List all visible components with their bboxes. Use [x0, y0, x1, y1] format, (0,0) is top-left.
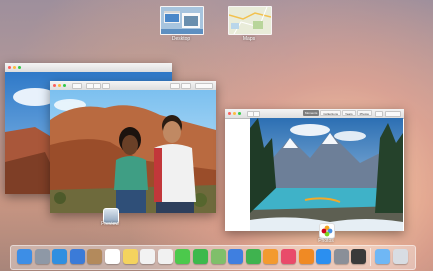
maps-icon[interactable]: [210, 249, 226, 264]
pages-icon[interactable]: [263, 249, 279, 264]
close-button[interactable]: [228, 112, 231, 115]
close-button[interactable]: [8, 66, 11, 69]
minimize-button[interactable]: [233, 112, 236, 115]
space-maps-label: Maps: [242, 36, 256, 42]
rotate-button[interactable]: [181, 83, 191, 89]
space-maps-thumbnail[interactable]: [228, 6, 272, 35]
reminders-icon[interactable]: [140, 249, 156, 264]
calendar-icon[interactable]: [105, 249, 120, 264]
forward-button[interactable]: [253, 111, 260, 117]
space-desktop-label: Desktop: [171, 36, 191, 42]
notes-icon[interactable]: [122, 249, 138, 264]
search-button[interactable]: [385, 111, 401, 117]
app-store-icon[interactable]: [316, 249, 332, 264]
launchpad-icon[interactable]: [34, 249, 50, 264]
messages-icon[interactable]: [175, 249, 191, 264]
share-button[interactable]: [102, 83, 110, 89]
preview-window-front[interactable]: [50, 81, 216, 213]
zoom-in-button[interactable]: [93, 83, 101, 89]
contacts-icon[interactable]: [87, 249, 103, 264]
itunes-icon[interactable]: [281, 249, 296, 264]
tab-collections[interactable]: Collections: [320, 110, 342, 116]
close-button[interactable]: [53, 84, 56, 87]
facetime-icon[interactable]: [193, 249, 208, 264]
segmented-control: Moments Collections Years Photos: [303, 110, 372, 116]
tab-years[interactable]: Years: [342, 110, 356, 116]
minimize-button[interactable]: [13, 66, 16, 69]
desktop-thumbnail-image: [161, 7, 203, 34]
numbers-icon[interactable]: [245, 249, 261, 264]
photos-pinwheel-icon: [321, 225, 333, 237]
zoom-button[interactable]: [18, 66, 21, 69]
sidebar-toggle-button[interactable]: [72, 83, 82, 89]
tab-moments[interactable]: Moments: [303, 110, 320, 116]
share-button[interactable]: [375, 111, 383, 117]
search-button[interactable]: [195, 83, 213, 89]
lake-photo: [250, 118, 403, 231]
minimize-button[interactable]: [58, 84, 61, 87]
ibooks-icon[interactable]: [298, 249, 314, 264]
zoom-button[interactable]: [63, 84, 66, 87]
quicktime-icon[interactable]: [351, 249, 367, 264]
preview-app-label: Preview: [101, 221, 119, 227]
markup-button[interactable]: [170, 83, 180, 89]
dock-separator: [370, 248, 371, 266]
photos-app-icon: [319, 223, 335, 239]
maps-thumbnail-image: [229, 7, 271, 34]
mail-icon[interactable]: [69, 249, 85, 264]
selfie-photo: [50, 90, 216, 213]
keynote-icon[interactable]: [228, 249, 244, 264]
finder-icon[interactable]: [17, 249, 32, 264]
photos-window[interactable]: Moments Collections Years Photos: [225, 109, 404, 231]
photos-icon[interactable]: [157, 249, 173, 264]
safari-icon[interactable]: [52, 249, 68, 264]
space-desktop-thumbnail[interactable]: [160, 6, 204, 35]
system-preferences-icon[interactable]: [333, 249, 349, 264]
zoom-button[interactable]: [238, 112, 241, 115]
tab-photos[interactable]: Photos: [356, 110, 372, 116]
photos-app-label: Photos: [318, 238, 334, 244]
downloads-folder-icon[interactable]: [375, 249, 390, 264]
trash-icon[interactable]: [392, 249, 408, 264]
